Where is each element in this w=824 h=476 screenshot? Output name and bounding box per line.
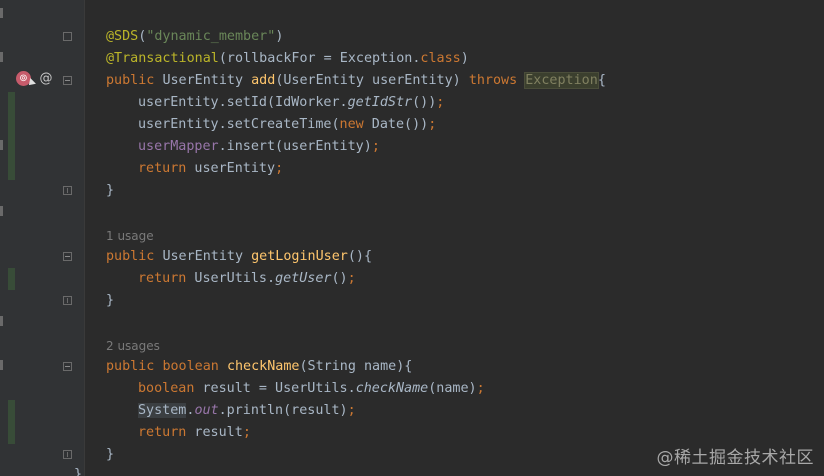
keyword: boolean [138, 381, 195, 396]
keyword: throws [468, 73, 518, 88]
code-line[interactable]: } [74, 464, 82, 476]
brace: } [74, 467, 83, 476]
gutter-line-stub [0, 316, 3, 326]
code-text: result [186, 425, 243, 440]
vcs-change-marker[interactable] [8, 400, 15, 444]
fold-marker[interactable] [63, 252, 72, 261]
code-line[interactable]: System.out.println(result); [138, 400, 356, 422]
code-text: userEntity.setCreateTime( [138, 117, 340, 132]
keyword: public [106, 249, 155, 264]
keyword: return [138, 161, 187, 176]
code-text: ()) [412, 95, 437, 110]
type-name: UserEntity [162, 73, 244, 88]
gutter-line-stub [0, 360, 3, 370]
code-text: .println(result) [218, 403, 348, 418]
fold-end-marker[interactable] [63, 450, 72, 459]
usage-hint[interactable]: 2 usages [106, 336, 160, 356]
code-line[interactable]: return UserUtils.getUser(); [138, 268, 356, 290]
code-text: (String name){ [299, 359, 413, 374]
fold-end-marker[interactable] [63, 186, 72, 195]
keyword: public [106, 73, 155, 88]
parameters: (UserEntity userEntity) [275, 73, 461, 88]
code-line[interactable]: } [106, 180, 114, 202]
watermark: @稀土掘金技术社区 [656, 448, 814, 468]
gutter-line-stub [0, 140, 3, 150]
code-text: () [331, 271, 348, 286]
type-name: UserEntity [162, 249, 244, 264]
code-line[interactable]: public UserEntity getLoginUser(){ [106, 246, 372, 268]
field-reference: userMapper [138, 139, 219, 154]
annotation-args: (rollbackFor = Exception. [218, 51, 421, 66]
code-line[interactable]: public UserEntity add(UserEntity userEnt… [106, 70, 606, 92]
static-call: getUser [275, 271, 332, 286]
brace: } [106, 293, 115, 308]
code-text: (){ [347, 249, 373, 264]
code-text: result = UserUtils. [194, 381, 356, 396]
code-line[interactable]: } [106, 290, 114, 312]
static-call: getIdStr [347, 95, 413, 110]
gutter-line-stub [0, 8, 3, 18]
vcs-change-marker[interactable] [8, 92, 15, 180]
code-line[interactable]: @Transactional(rollbackFor = Exception.c… [106, 48, 469, 70]
brace: { [597, 73, 606, 88]
annotation: @Transactional [106, 51, 219, 66]
gutter-separator [84, 0, 85, 476]
keyword: new [339, 117, 364, 132]
semicolon: ; [242, 425, 251, 440]
string-literal: "dynamic_member" [146, 29, 276, 44]
keyword: class [420, 51, 461, 66]
semicolon: ; [428, 117, 437, 132]
code-line[interactable]: } [106, 444, 114, 466]
gutter-line-stub [0, 52, 3, 62]
semicolon: ; [275, 161, 284, 176]
code-line[interactable]: userEntity.setCreateTime(new Date()); [138, 114, 436, 136]
keyword: boolean [162, 359, 219, 374]
keyword: return [138, 271, 187, 286]
keyword: return [138, 425, 187, 440]
highlighted-class-reference: System [138, 403, 187, 418]
code-line[interactable]: userMapper.insert(userEntity); [138, 136, 380, 158]
static-call: checkName [355, 381, 429, 396]
fold-marker[interactable] [63, 76, 72, 85]
annotation-at-icon[interactable]: @ [39, 71, 53, 86]
semicolon: ; [347, 271, 356, 286]
highlighted-exception: Exception [524, 72, 599, 89]
code-editor[interactable]: ⊚ @ @SDS("dynamic_member") @Transactiona… [0, 0, 824, 476]
fold-marker[interactable] [63, 32, 72, 41]
method-name: checkName [226, 359, 300, 374]
code-text: userEntity [186, 161, 276, 176]
code-line[interactable]: boolean result = UserUtils.checkName(nam… [138, 378, 485, 400]
vcs-change-marker[interactable] [8, 268, 15, 290]
code-line[interactable]: public boolean checkName(String name){ [106, 356, 412, 378]
method-name: getLoginUser [251, 249, 348, 264]
method-name: add [251, 73, 276, 88]
gutter-line-stub [0, 206, 3, 216]
code-line[interactable]: userEntity.setId(IdWorker.getIdStr()); [138, 92, 444, 114]
code-text: .insert(userEntity) [218, 139, 372, 154]
code-text: (name) [428, 381, 477, 396]
usage-hint[interactable]: 1 usage [106, 226, 154, 246]
paren: ) [460, 51, 469, 66]
code-line[interactable]: return userEntity; [138, 158, 283, 180]
code-line[interactable]: return result; [138, 422, 251, 444]
semicolon: ; [476, 381, 485, 396]
brace: } [106, 183, 115, 198]
code-line[interactable]: @SDS("dynamic_member") [106, 26, 283, 48]
code-text: userEntity.setId(IdWorker. [138, 95, 348, 110]
semicolon: ; [371, 139, 380, 154]
semicolon: ; [436, 95, 445, 110]
annotation: @SDS [106, 29, 139, 44]
semicolon: ; [347, 403, 356, 418]
paren: ) [275, 29, 284, 44]
code-text: UserUtils. [186, 271, 276, 286]
keyword: public [106, 359, 155, 374]
brace: } [106, 447, 115, 462]
static-field: out [194, 403, 219, 418]
fold-end-marker[interactable] [63, 296, 72, 305]
fold-marker[interactable] [63, 362, 72, 371]
code-text: Date()) [363, 117, 429, 132]
